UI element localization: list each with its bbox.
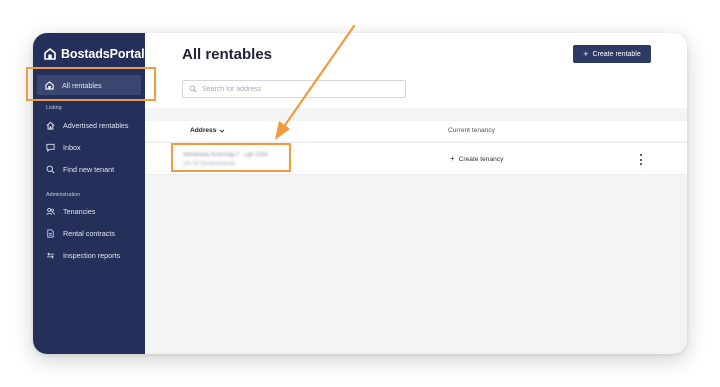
sidebar-item-rental-contracts[interactable]: Rental contracts: [33, 223, 145, 243]
table-header: Address Current tenancy: [145, 121, 687, 141]
sidebar-item-inspection-reports[interactable]: Inspection reports: [33, 245, 145, 265]
chat-icon: [46, 143, 55, 152]
more-options-icon[interactable]: [638, 154, 644, 165]
house-icon: [46, 121, 55, 130]
section-label-listing: Listing: [46, 105, 62, 111]
plus-icon: +: [450, 154, 455, 163]
sidebar-item-advertised-rentables[interactable]: Advertised rentables: [33, 115, 145, 135]
page-header: All rentables + Create rentable: [145, 33, 687, 108]
sidebar-item-label: Find new tenant: [63, 164, 115, 174]
section-label-administration: Administration: [46, 192, 81, 198]
sidebar-item-tenancies[interactable]: Tenancies: [33, 201, 145, 221]
sidebar-item-label: Tenancies: [63, 206, 96, 216]
home-logo-icon: [44, 48, 56, 60]
screenshot-stage: BostadsPortal All rentables Listing Adve…: [0, 0, 720, 387]
column-header-current-tenancy: Current tenancy: [448, 127, 495, 134]
sidebar-item-label: Rental contracts: [63, 228, 115, 238]
sidebar-item-label: Advertised rentables: [63, 120, 129, 130]
main-content: All rentables + Create rentable Address: [145, 33, 687, 354]
chevron-down-icon: [220, 129, 225, 133]
create-rentable-button[interactable]: + Create rentable: [573, 45, 651, 63]
create-tenancy-label: Create tenancy: [458, 155, 504, 163]
brand[interactable]: BostadsPortal: [44, 47, 145, 61]
column-header-label: Address: [190, 127, 217, 134]
create-tenancy-button[interactable]: + Create tenancy: [450, 155, 503, 163]
swap-icon: [46, 252, 55, 258]
sidebar-item-find-new-tenant[interactable]: Find new tenant: [33, 159, 145, 179]
highlight-box-all-rentables: [26, 67, 156, 101]
sidebar-item-inbox[interactable]: Inbox: [33, 137, 145, 157]
search-icon: [46, 165, 55, 173]
plus-icon: +: [583, 48, 589, 59]
page-title: All rentables: [182, 46, 273, 63]
create-rentable-label: Create rentable: [592, 50, 641, 58]
sidebar-item-label: Inspection reports: [63, 250, 121, 260]
column-header-address[interactable]: Address: [190, 127, 225, 134]
brand-name: BostadsPortal: [61, 47, 145, 61]
people-icon: [46, 207, 55, 215]
search-icon: [189, 85, 197, 93]
highlight-box-address: [171, 143, 291, 172]
search-input[interactable]: [202, 85, 392, 93]
search-box[interactable]: [182, 80, 406, 98]
sidebar-item-label: Inbox: [63, 142, 81, 152]
document-icon: [47, 228, 54, 238]
